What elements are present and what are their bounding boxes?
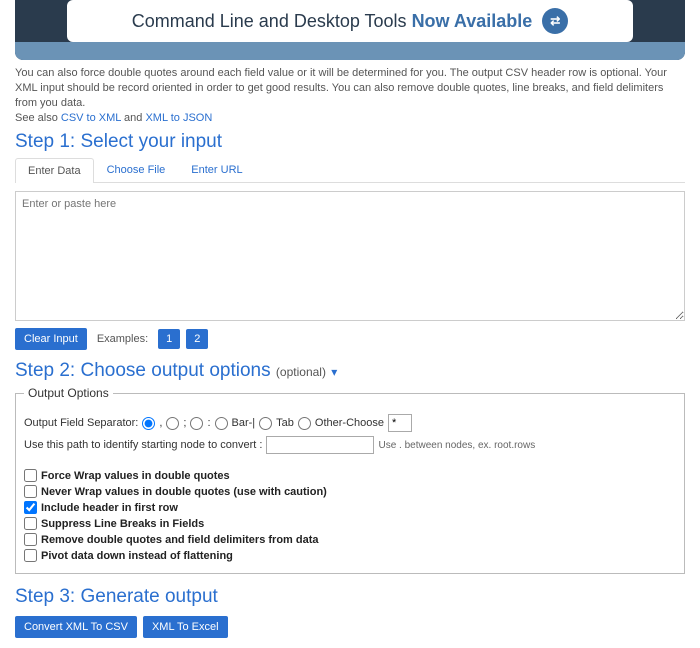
example-1-button[interactable]: 1 — [158, 329, 180, 349]
sep-other-radio[interactable] — [298, 417, 311, 430]
sep-bar-radio[interactable] — [215, 417, 228, 430]
step1-heading: Step 1: Select your input — [0, 125, 700, 157]
tab-enter-url[interactable]: Enter URL — [178, 157, 255, 182]
step3-heading: Step 3: Generate output — [0, 580, 700, 612]
xml-to-excel-button[interactable]: XML To Excel — [143, 616, 228, 638]
path-row: Use this path to identify starting node … — [24, 436, 676, 454]
chk-never-wrap[interactable] — [24, 485, 37, 498]
step2-heading[interactable]: Step 2: Choose output options (optional)… — [0, 354, 700, 386]
output-options-fieldset: Output Options Output Field Separator: ,… — [15, 386, 685, 574]
chk-pivot[interactable] — [24, 549, 37, 562]
banner-text: Command Line and Desktop Tools Now Avail… — [132, 11, 533, 32]
clear-input-button[interactable]: Clear Input — [15, 328, 87, 350]
field-separator-row: Output Field Separator: , ; : Bar-| Tab … — [24, 414, 676, 432]
chk-force-wrap[interactable] — [24, 469, 37, 482]
sep-other-input[interactable] — [388, 414, 412, 432]
banner-content[interactable]: Command Line and Desktop Tools Now Avail… — [67, 0, 633, 42]
arrow-right-circle-icon: ⇄ — [542, 8, 568, 34]
input-textarea[interactable] — [15, 191, 685, 321]
tab-enter-data[interactable]: Enter Data — [15, 158, 94, 183]
example-2-button[interactable]: 2 — [186, 329, 208, 349]
starting-node-path-input[interactable] — [266, 436, 374, 454]
convert-xml-to-csv-button[interactable]: Convert XML To CSV — [15, 616, 137, 638]
examples-label: Examples: — [93, 333, 152, 345]
top-banner: Command Line and Desktop Tools Now Avail… — [15, 0, 685, 60]
link-csv-to-xml[interactable]: CSV to XML — [61, 112, 121, 124]
intro-text: You can also force double quotes around … — [0, 64, 700, 125]
chk-include-header[interactable] — [24, 501, 37, 514]
sep-semicolon-radio[interactable] — [166, 417, 179, 430]
input-tabs: Enter Data Choose File Enter URL — [15, 157, 685, 183]
sep-comma-radio[interactable] — [142, 417, 155, 430]
chk-remove-quotes[interactable] — [24, 533, 37, 546]
tab-choose-file[interactable]: Choose File — [94, 157, 179, 182]
output-options-legend: Output Options — [24, 386, 113, 400]
sep-tab-radio[interactable] — [259, 417, 272, 430]
link-xml-to-json[interactable]: XML to JSON — [145, 112, 212, 124]
chk-suppress-breaks[interactable] — [24, 517, 37, 530]
chevron-down-icon: ▾ — [331, 365, 337, 379]
sep-colon-radio[interactable] — [190, 417, 203, 430]
